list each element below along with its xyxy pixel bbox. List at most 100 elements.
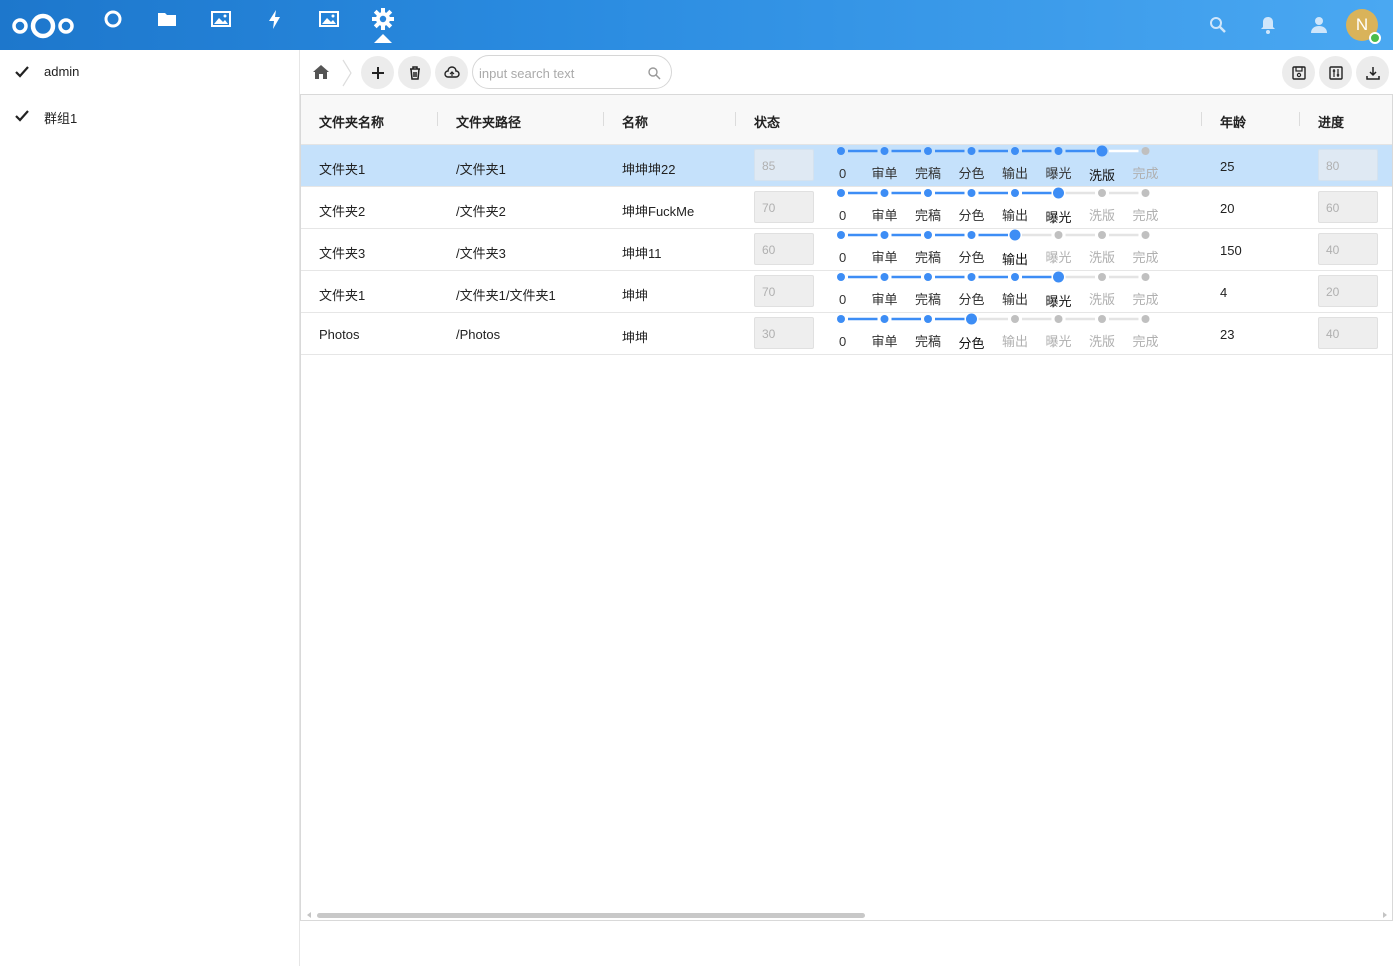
progress-value-input[interactable]: 40 — [1318, 233, 1378, 265]
step-dot[interactable] — [1098, 273, 1106, 281]
status-value-input[interactable]: 60 — [754, 233, 814, 265]
step-dot[interactable] — [1098, 231, 1106, 239]
step-dot[interactable] — [924, 231, 932, 239]
home-icon[interactable] — [312, 64, 330, 80]
step-label: 分色 — [958, 166, 984, 181]
step-dot[interactable] — [837, 315, 845, 323]
search-icon[interactable] — [1207, 14, 1229, 36]
column-header-folder-path[interactable]: 文件夹路径 — [456, 112, 521, 131]
column-header-status[interactable]: 状态 — [754, 112, 780, 131]
column-header-folder-name[interactable]: 文件夹名称 — [319, 112, 384, 131]
horizontal-scrollbar[interactable] — [302, 909, 1391, 919]
step-dot[interactable] — [967, 273, 976, 281]
dashboard-icon[interactable] — [102, 8, 124, 30]
column-resize-handle[interactable] — [1201, 112, 1202, 126]
step-dot[interactable] — [1011, 315, 1019, 323]
table-row[interactable]: 文件夹2 /文件夹2 坤坤FuckMe 70 0 审单 完稿 分色 输出 曝光 洗版 完成 2… — [301, 187, 1392, 229]
column-resize-handle[interactable] — [1299, 112, 1300, 126]
column-resize-handle[interactable] — [735, 112, 736, 126]
step-dot[interactable] — [1011, 189, 1019, 197]
download-button[interactable] — [1356, 56, 1389, 89]
activity-icon[interactable] — [264, 8, 286, 30]
step-dot[interactable] — [967, 231, 976, 239]
delete-button[interactable] — [398, 56, 431, 89]
files-icon[interactable] — [156, 8, 178, 30]
step-dot[interactable] — [1053, 187, 1064, 199]
step-dot[interactable] — [924, 273, 932, 281]
status-value-input[interactable]: 85 — [754, 149, 814, 181]
sliders-icon — [1328, 65, 1343, 80]
table-row[interactable]: 文件夹1 /文件夹1 坤坤坤22 85 0 审单 完稿 分色 输出 曝光 洗版 完成 25 8… — [301, 145, 1392, 187]
column-resize-handle[interactable] — [603, 112, 604, 126]
progress-value-input[interactable]: 20 — [1318, 275, 1378, 307]
search-input[interactable] — [479, 63, 639, 83]
progress-value-input[interactable]: 40 — [1318, 317, 1378, 349]
sidebar-item-admin[interactable]: admin — [0, 50, 299, 94]
step-dot[interactable] — [1141, 147, 1150, 155]
status-steps: 0 审单 完稿 分色 输出 曝光 洗版 完成 — [837, 187, 1159, 225]
step-dot[interactable] — [1054, 315, 1063, 323]
step-dot[interactable] — [924, 315, 932, 323]
step-dot[interactable] — [1009, 229, 1021, 241]
step-dot[interactable] — [1096, 145, 1108, 157]
step-dot[interactable] — [880, 231, 889, 239]
column-settings-button[interactable] — [1319, 56, 1352, 89]
status-value-input[interactable]: 30 — [754, 317, 814, 349]
name-cell: 坤坤FuckMe — [622, 204, 695, 219]
step-dot[interactable] — [880, 189, 889, 197]
photos-icon[interactable] — [210, 8, 232, 30]
bell-icon[interactable] — [1257, 14, 1279, 36]
status-value-input[interactable]: 70 — [754, 275, 814, 307]
step-dot[interactable] — [966, 313, 977, 325]
step-dot[interactable] — [837, 231, 845, 239]
step-dot[interactable] — [1054, 231, 1063, 239]
step-dot[interactable] — [1141, 189, 1150, 197]
table-row[interactable]: 文件夹1 /文件夹1/文件夹1 坤坤 70 0 审单 完稿 分色 输出 曝光 洗版 完成 4 … — [301, 271, 1392, 313]
status-steps: 0 审单 完稿 分色 输出 曝光 洗版 完成 — [837, 271, 1159, 309]
step-dot[interactable] — [924, 147, 932, 155]
step-dot[interactable] — [924, 189, 932, 197]
column-resize-handle[interactable] — [437, 112, 438, 126]
step-dot[interactable] — [967, 189, 976, 197]
scroll-left-icon[interactable] — [307, 912, 311, 918]
step-dot[interactable] — [1098, 189, 1106, 197]
save-button[interactable] — [1282, 56, 1315, 89]
nextcloud-logo[interactable] — [12, 11, 74, 39]
step-dot[interactable] — [880, 147, 889, 155]
step-dot[interactable] — [880, 273, 889, 281]
progress-value-input[interactable]: 60 — [1318, 191, 1378, 223]
step-dot[interactable] — [1011, 273, 1019, 281]
step-label: 洗版 — [1089, 250, 1115, 265]
step-dot[interactable] — [1054, 147, 1063, 155]
add-button[interactable] — [361, 56, 394, 89]
step-dot[interactable] — [837, 189, 845, 197]
sidebar-item-group1[interactable]: 群组1 — [0, 94, 299, 138]
step-dot[interactable] — [967, 147, 976, 155]
column-header-name[interactable]: 名称 — [622, 112, 648, 131]
contacts-icon[interactable] — [1307, 14, 1329, 36]
search-box[interactable] — [472, 55, 672, 89]
scrollbar-thumb[interactable] — [317, 913, 865, 918]
status-value-input[interactable]: 70 — [754, 191, 814, 223]
column-header-age[interactable]: 年龄 — [1220, 112, 1246, 131]
step-dot[interactable] — [1141, 315, 1150, 323]
name-cell: 坤坤 — [622, 330, 649, 345]
settings-icon[interactable] — [372, 8, 394, 30]
step-dot[interactable] — [1053, 271, 1064, 283]
column-header-progress[interactable]: 进度 — [1318, 112, 1344, 131]
step-dot[interactable] — [837, 147, 845, 155]
search-icon[interactable] — [647, 66, 661, 80]
step-dot[interactable] — [1011, 147, 1019, 155]
progress-value-input[interactable]: 80 — [1318, 149, 1378, 181]
step-dot[interactable] — [1141, 231, 1150, 239]
scroll-right-icon[interactable] — [1383, 912, 1387, 918]
step-dot[interactable] — [1141, 273, 1150, 281]
gallery-icon[interactable] — [318, 8, 340, 30]
step-dot[interactable] — [880, 315, 889, 323]
step-label: 分色 — [958, 292, 984, 307]
step-dot[interactable] — [1098, 315, 1106, 323]
cloud-sync-button[interactable] — [435, 56, 468, 89]
table-row[interactable]: Photos /Photos 坤坤 30 0 审单 完稿 分色 输出 曝光 洗版 完成 23 … — [301, 313, 1392, 355]
table-row[interactable]: 文件夹3 /文件夹3 坤坤11 60 0 审单 完稿 分色 输出 曝光 洗版 完成 150 4… — [301, 229, 1392, 271]
step-dot[interactable] — [837, 273, 845, 281]
